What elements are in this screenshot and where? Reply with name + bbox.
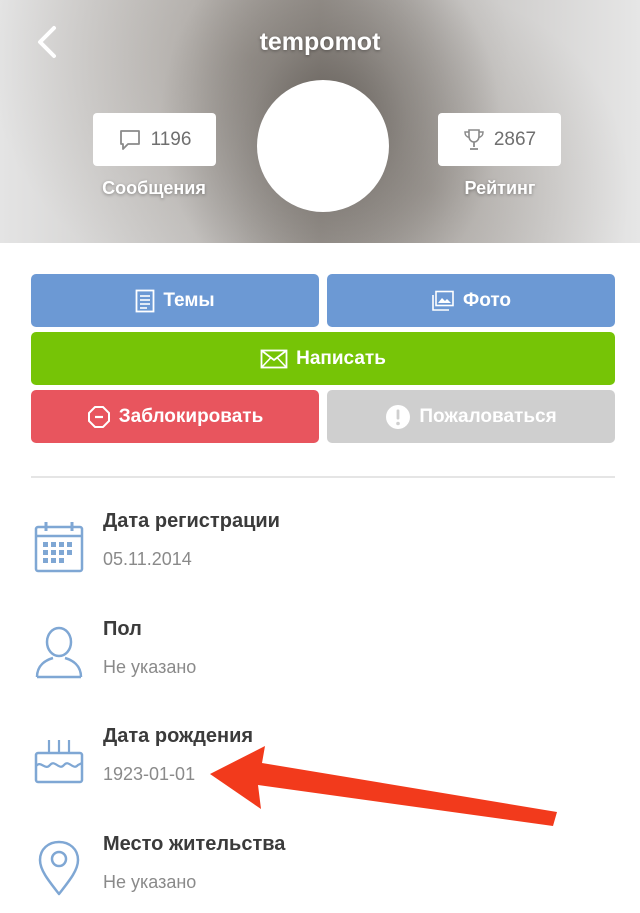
block-button-label: Заблокировать: [118, 405, 264, 427]
profile-header: tempomot 1196 Сообщения 2867 Рейтинг: [0, 0, 640, 243]
topics-button-label: Темы: [163, 289, 215, 311]
info-value: Не указано: [103, 872, 197, 892]
block-user-button[interactable]: Заблокировать: [31, 390, 319, 443]
report-button[interactable]: Пожаловаться: [327, 390, 615, 443]
photo-button[interactable]: Фото: [327, 274, 615, 327]
info-label: Дата рождения: [103, 725, 254, 747]
envelope-icon: [260, 349, 288, 368]
block-octagon-icon: [87, 405, 110, 428]
trophy-icon: [464, 128, 484, 150]
rating-box[interactable]: 2867: [438, 113, 561, 166]
write-button-label: Написать: [296, 347, 386, 369]
info-row-birth-date: Дата рождения 1923-01-01: [0, 720, 640, 820]
write-message-button[interactable]: Написать: [31, 332, 615, 385]
document-list-icon: [135, 289, 155, 312]
avatar[interactable]: [257, 80, 389, 212]
divider: [31, 476, 615, 478]
info-value: 1923-01-01: [103, 764, 196, 784]
report-button-label: Пожаловаться: [419, 405, 557, 427]
info-row-residence: Место жительства Не указано: [0, 828, 640, 913]
user-icon: [35, 626, 83, 679]
photo-gallery-icon: [432, 290, 454, 311]
exclamation-circle-icon: [386, 404, 411, 429]
rating-label: Рейтинг: [464, 178, 536, 198]
messages-count: 1196: [150, 128, 192, 150]
info-value: Не указано: [103, 657, 197, 677]
messages-label: Сообщения: [102, 178, 206, 198]
info-row-gender: Пол Не указано: [0, 613, 640, 713]
birthday-cake-icon: [34, 740, 84, 784]
messages-count-box[interactable]: 1196: [93, 113, 216, 166]
rating-count: 2867: [493, 128, 537, 150]
info-label: Место жительства: [103, 833, 286, 855]
topics-button[interactable]: Темы: [31, 274, 319, 327]
photo-button-label: Фото: [462, 289, 511, 311]
info-label: Дата регистрации: [103, 510, 280, 532]
info-value: 05.11.2014: [103, 549, 192, 569]
location-pin-icon: [38, 840, 80, 896]
calendar-icon: [34, 522, 84, 573]
info-label: Пол: [103, 618, 142, 640]
info-row-registration-date: Дата регистрации 05.11.2014: [0, 505, 640, 605]
page-title: tempomot: [259, 28, 381, 56]
speech-bubble-icon: [119, 129, 140, 150]
